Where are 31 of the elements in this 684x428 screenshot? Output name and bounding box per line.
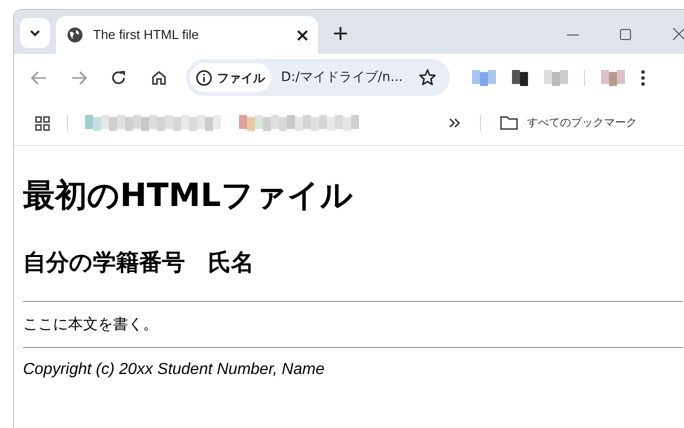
tab-title: The first HTML file: [93, 26, 200, 44]
page-subheading: 自分の学籍番号 氏名: [23, 249, 255, 278]
reload-icon: [111, 70, 127, 86]
address-bar[interactable]: ファイル D:/マイドライブ/n...: [186, 59, 450, 96]
site-info-chip[interactable]: ファイル: [190, 63, 271, 92]
minimize-icon[interactable]: [567, 34, 579, 36]
globe-icon: [67, 27, 83, 43]
copyright-text: Copyright (c) 20xx Student Number, Name: [23, 360, 326, 380]
new-tab-icon[interactable]: [334, 27, 347, 40]
profile-icon[interactable]: [601, 70, 625, 86]
close-window-icon[interactable]: [673, 28, 684, 40]
left-arrow-icon: [31, 70, 47, 84]
browser-tab[interactable]: The first HTML file: [56, 16, 318, 54]
all-bookmarks-button[interactable]: すべてのブックマーク: [500, 114, 637, 132]
star-icon[interactable]: [419, 69, 436, 86]
tab-search-button[interactable]: [20, 18, 50, 48]
info-icon: [196, 70, 212, 86]
double-chevron-icon[interactable]: [449, 118, 461, 128]
folder-icon: [500, 116, 518, 130]
page-heading: 最初のHTMLファイル: [23, 175, 354, 215]
chevron-down-icon: [29, 29, 41, 37]
url-text: D:/マイドライブ/n...: [281, 68, 404, 87]
right-arrow-icon: [71, 70, 87, 84]
menu-icon[interactable]: [641, 70, 645, 86]
close-icon[interactable]: [297, 30, 308, 40]
home-icon: [151, 70, 167, 86]
maximize-icon[interactable]: [620, 29, 631, 40]
chip-label: ファイル: [217, 70, 265, 86]
extension-icon[interactable]: [512, 70, 528, 86]
body-text: ここに本文を書く。: [23, 314, 159, 334]
apps-grid-icon[interactable]: [35, 116, 50, 130]
